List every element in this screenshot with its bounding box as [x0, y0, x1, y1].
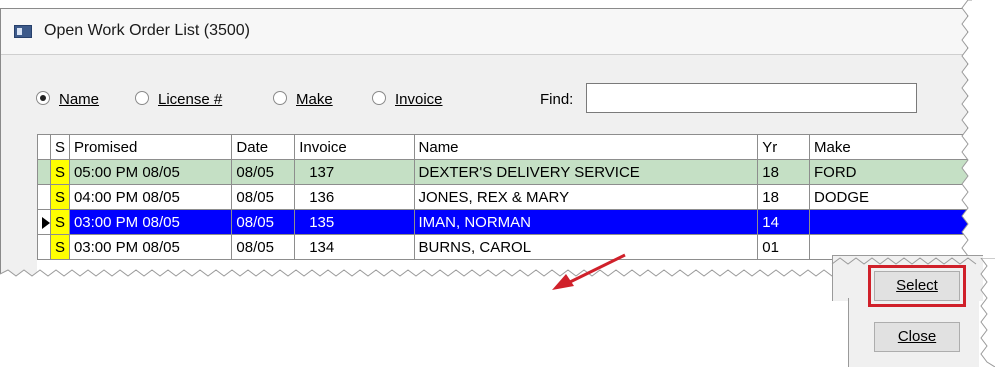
yr-cell: 18 — [757, 159, 810, 185]
torn-edge-right — [961, 0, 972, 290]
torn-edge-bottom — [0, 269, 860, 288]
status-cell: S — [50, 209, 70, 235]
status-cell: S — [50, 159, 70, 185]
date-cell: 08/05 — [231, 234, 296, 260]
invoice-cell: 134 — [294, 234, 415, 260]
close-button-label: Close — [897, 328, 937, 345]
make-cell — [808, 209, 969, 235]
promised-cell: 03:00 PM 08/05 — [68, 209, 233, 235]
yr-cell: 18 — [757, 184, 810, 210]
work-order-window: Open Work Order List (3500) Name License… — [0, 8, 969, 284]
radio-make-label: Make — [296, 91, 333, 108]
radio-invoice[interactable]: Invoice — [372, 91, 443, 108]
promised-cell: 05:00 PM 08/05 — [68, 159, 233, 185]
torn-edge-panel-right — [980, 258, 995, 367]
date-cell: 08/05 — [231, 209, 296, 235]
row-indicator — [37, 209, 51, 235]
name-cell: DEXTER'S DELIVERY SERVICE — [413, 159, 759, 185]
table-row[interactable]: S 04:00 PM 08/05 08/05 136 JONES, REX & … — [37, 184, 969, 210]
window-title: Open Work Order List (3500) — [44, 22, 251, 39]
radio-icon — [135, 91, 149, 105]
radio-license[interactable]: License # — [135, 91, 222, 108]
invoice-cell: 135 — [294, 209, 415, 235]
promised-cell: 04:00 PM 08/05 — [68, 184, 233, 210]
annotation-arrow-icon — [552, 253, 626, 290]
current-row-pointer-icon — [42, 216, 50, 229]
yr-cell: 01 — [757, 234, 810, 260]
row-indicator-header — [37, 134, 51, 160]
col-header-invoice[interactable]: Invoice — [294, 134, 415, 160]
make-cell: FORD — [808, 159, 969, 185]
invoice-cell: 136 — [294, 184, 415, 210]
name-cell: IMAN, NORMAN — [413, 209, 759, 235]
window-icon — [14, 25, 32, 38]
select-button[interactable]: Select — [874, 271, 960, 301]
title-bar: Open Work Order List (3500) — [1, 9, 967, 55]
close-button[interactable]: Close — [874, 322, 960, 352]
radio-name[interactable]: Name — [36, 91, 99, 108]
select-button-label: Select — [896, 277, 938, 294]
radio-icon — [372, 91, 386, 105]
status-cell: S — [50, 184, 70, 210]
radio-make[interactable]: Make — [273, 91, 333, 108]
date-cell: 08/05 — [231, 184, 296, 210]
radio-invoice-label: Invoice — [395, 91, 443, 108]
col-header-date[interactable]: Date — [231, 134, 296, 160]
invoice-cell: 137 — [294, 159, 415, 185]
row-indicator — [37, 184, 51, 210]
name-cell: JONES, REX & MARY — [413, 184, 759, 210]
promised-cell: 03:00 PM 08/05 — [68, 234, 233, 260]
radio-license-label: License # — [158, 91, 223, 108]
radio-selected-icon — [36, 91, 50, 105]
date-cell: 08/05 — [231, 159, 296, 185]
table-row-selected[interactable]: S 03:00 PM 08/05 08/05 135 IMAN, NORMAN … — [37, 209, 969, 235]
col-header-promised[interactable]: Promised — [68, 134, 233, 160]
table-row[interactable]: S 05:00 PM 08/05 08/05 137 DEXTER'S DELI… — [37, 159, 969, 185]
col-header-yr[interactable]: Yr — [757, 134, 810, 160]
find-label: Find: — [540, 91, 574, 108]
col-header-make[interactable]: Make — [808, 134, 969, 160]
find-input[interactable] — [586, 83, 917, 113]
col-header-s[interactable]: S — [50, 134, 70, 160]
status-cell: S — [50, 234, 70, 260]
radio-icon — [273, 91, 287, 105]
row-indicator — [37, 159, 51, 185]
row-indicator — [37, 234, 51, 260]
col-header-name[interactable]: Name — [413, 134, 759, 160]
yr-cell: 14 — [757, 209, 810, 235]
make-cell: DODGE — [808, 184, 969, 210]
grid-header: S Promised Date Invoice Name Yr Make — [37, 134, 969, 160]
radio-name-label: Name — [59, 91, 100, 108]
